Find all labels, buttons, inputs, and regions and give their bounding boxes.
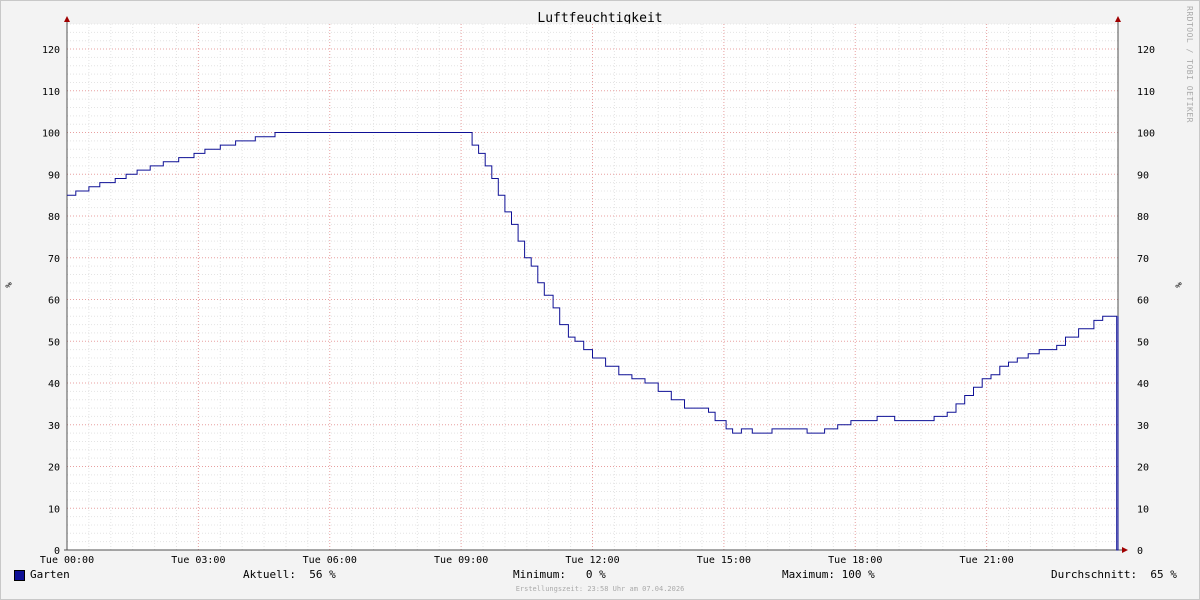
legend-series-name: Garten (30, 568, 70, 581)
y-tick-label-left: 80 (48, 212, 60, 223)
y-tick-label-left: 70 (48, 254, 60, 265)
y-tick-label-right: 120 (1137, 45, 1155, 56)
y-tick-label-left: 10 (48, 504, 60, 515)
chart-plot: 0 010 1020 2030 3040 4050 5060 6070 7080 8090 9010… (40, 16, 1155, 566)
x-tick-label: Tue 18:00 (828, 555, 882, 566)
legend-current: Aktuell: 56 % (243, 568, 336, 581)
y-tick-label-right: 80 (1137, 212, 1149, 223)
y-tick-label-right: 20 (1137, 463, 1149, 474)
y-tick-label-right: 40 (1137, 379, 1149, 390)
y-tick-label-right: 110 (1137, 87, 1155, 98)
y-tick-label-right: 10 (1137, 504, 1149, 515)
x-axis-arrow (1122, 547, 1128, 553)
x-tick-label: Tue 15:00 (697, 555, 751, 566)
y-tick-label-left: 50 (48, 337, 60, 348)
x-tick-label: Tue 03:00 (171, 555, 225, 566)
x-tick-label: Tue 09:00 (434, 555, 488, 566)
y-tick-label-left: 30 (48, 421, 60, 432)
legend-maximum: Maximum: 100 % (782, 568, 875, 581)
y-axis-label-right: % (1172, 282, 1183, 288)
footer-timestamp: Erstellungszeit: 23:58 Uhr am 07.04.2026 (515, 585, 685, 593)
y-tick-label-left: 100 (42, 129, 60, 140)
x-tick-label: Tue 12:00 (565, 555, 619, 566)
legend-average: Durchschnitt: 65 % (1051, 568, 1177, 581)
y-tick-label-right: 70 (1137, 254, 1149, 265)
y-tick-label-left: 110 (42, 87, 60, 98)
y-axis-arrow-left (64, 16, 70, 22)
y-axis-label-left: % (2, 282, 13, 288)
y-tick-label-left: 20 (48, 463, 60, 474)
rrdtool-watermark: RRDTOOL / TOBI OETIKER (1185, 6, 1194, 123)
x-tick-label: Tue 21:00 (960, 555, 1014, 566)
y-tick-label-right: 30 (1137, 421, 1149, 432)
y-tick-label-left: 90 (48, 170, 60, 181)
y-tick-label-right: 100 (1137, 129, 1155, 140)
y-tick-label-right: 60 (1137, 296, 1149, 307)
y-tick-label-left: 40 (48, 379, 60, 390)
y-tick-label-left: 60 (48, 296, 60, 307)
legend-swatch (14, 570, 25, 581)
y-tick-label-left: 120 (42, 45, 60, 56)
y-tick-label-right: 90 (1137, 170, 1149, 181)
x-tick-label: Tue 06:00 (303, 555, 357, 566)
legend-minimum: Minimum: 0 % (513, 568, 606, 581)
y-axis-arrow-right (1115, 16, 1121, 22)
y-tick-label-right: 50 (1137, 337, 1149, 348)
x-tick-label: Tue 00:00 (40, 555, 94, 566)
y-tick-label-right: 0 (1137, 546, 1143, 557)
